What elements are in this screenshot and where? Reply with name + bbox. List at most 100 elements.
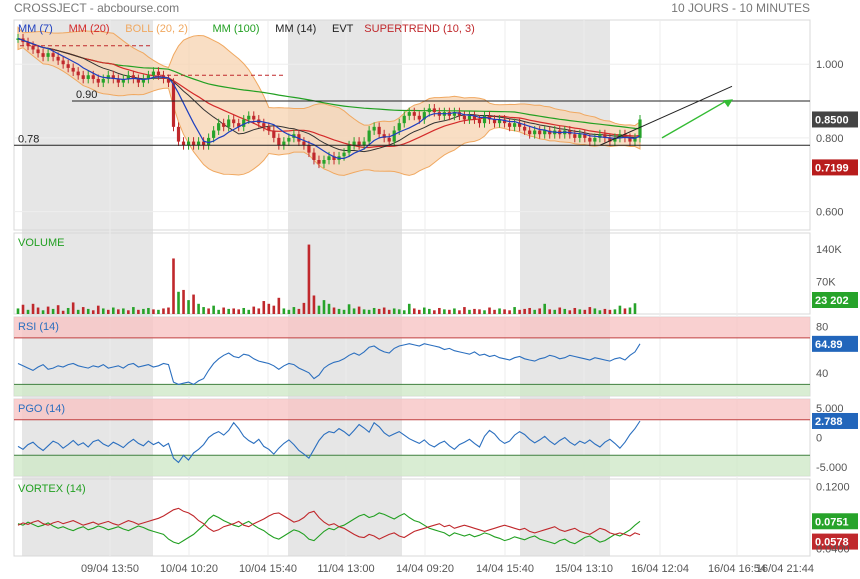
volume-bar: [468, 309, 471, 314]
volume-bar: [608, 309, 612, 314]
candle-body: [101, 78, 105, 83]
volume-bar: [588, 307, 592, 314]
candle-body: [267, 126, 271, 131]
candle-body: [512, 123, 517, 127]
volume-bar: [538, 308, 541, 314]
x-tick-label: 09/04 13:50: [81, 563, 139, 575]
volume-bar: [147, 307, 150, 314]
volume-bar: [212, 305, 215, 314]
candle-body: [91, 75, 95, 79]
candle-body: [171, 82, 176, 127]
volume-bar: [332, 307, 336, 314]
volume-bar: [623, 308, 627, 314]
candle-body: [51, 53, 55, 57]
volume-bar: [458, 310, 461, 314]
volume-bar: [202, 307, 205, 314]
volume-bar: [377, 308, 381, 314]
pgo-title: PGO (14): [18, 403, 65, 415]
volume-bar: [473, 308, 476, 314]
candle-body: [477, 119, 482, 124]
volume-bar: [297, 308, 301, 314]
candle-body: [352, 141, 356, 146]
volume-bar: [71, 302, 75, 314]
volume-bar: [272, 305, 276, 314]
volume-bar: [21, 304, 25, 314]
volume-bar: [91, 310, 95, 314]
volume-bar: [558, 307, 562, 314]
candle-body: [528, 130, 532, 135]
volume-bar: [583, 309, 587, 314]
volume-bar: [598, 310, 602, 314]
vortex-tick: 0.1200: [816, 482, 850, 494]
volume-bar: [362, 309, 366, 314]
volume-bar: [417, 309, 421, 314]
pgo-tick: -5.000: [816, 462, 847, 474]
volume-bar: [172, 258, 175, 314]
candle-body: [262, 123, 266, 127]
volume-bar: [407, 303, 411, 314]
candle-body: [36, 49, 40, 54]
candle-body: [277, 137, 281, 146]
candle-body: [543, 130, 547, 135]
volume-bar: [217, 309, 220, 314]
volume-bar: [518, 309, 521, 314]
x-tick-label: 11/04 13:00: [317, 563, 374, 575]
volume-bar: [438, 307, 441, 314]
volume-bar: [573, 307, 577, 314]
candle-body: [222, 123, 226, 127]
candle-body: [392, 130, 396, 142]
volume-bar: [106, 309, 110, 314]
volume-bar: [81, 307, 85, 314]
candle-body: [217, 123, 221, 131]
legend-entry: MM (14): [275, 23, 316, 35]
candle-body: [387, 137, 391, 142]
candle-body: [347, 145, 351, 153]
candle-body: [191, 141, 196, 146]
x-tick-label: 14/04 15:40: [476, 563, 534, 575]
candle-body: [402, 115, 406, 124]
volume-bar: [528, 307, 531, 314]
candle-body: [638, 119, 642, 138]
candle-body: [573, 134, 577, 138]
candle-body: [307, 145, 311, 153]
y-tick-label: 0.600: [816, 207, 844, 219]
x-tick-label: 16/04 12:04: [631, 563, 689, 575]
volume-bar: [483, 310, 486, 314]
candle-body: [467, 115, 472, 120]
period-label: 10 JOURS - 10 MINUTES: [671, 1, 810, 15]
volume-bar: [252, 306, 256, 314]
volume-bar: [578, 309, 582, 314]
candle-body: [201, 141, 206, 146]
volume-bar: [352, 308, 356, 314]
volume-bar: [31, 303, 35, 314]
volume-bar: [101, 308, 105, 314]
volume-bar: [117, 309, 120, 314]
candle-body: [41, 53, 45, 57]
volume-bar: [197, 303, 200, 314]
pgo-over-zone: [14, 399, 810, 420]
volume-bar: [513, 307, 516, 314]
rsi-badge: 64.89: [815, 339, 843, 351]
volume-bar: [207, 308, 210, 314]
volume-bar: [16, 308, 20, 314]
volume-bar: [342, 309, 346, 314]
candle-body: [322, 160, 326, 164]
candle-body: [593, 137, 597, 142]
rsi-under-zone: [14, 384, 810, 396]
volume-bar: [132, 307, 135, 314]
volume-bar: [633, 303, 637, 314]
volume-bar: [402, 310, 406, 314]
volume-bar: [382, 307, 386, 314]
legend-entry: MM (100): [213, 23, 260, 35]
volume-bar: [51, 308, 55, 314]
volume-bar: [387, 309, 391, 314]
volume-bar: [61, 310, 65, 314]
volume-bar: [317, 305, 321, 314]
candle-body: [232, 119, 236, 124]
candle-body: [397, 123, 401, 131]
rsi-over-zone: [14, 317, 810, 338]
rsi-title: RSI (14): [18, 321, 59, 333]
volume-bar: [372, 307, 376, 314]
volume-bar: [237, 309, 241, 314]
candle-body: [46, 53, 50, 57]
